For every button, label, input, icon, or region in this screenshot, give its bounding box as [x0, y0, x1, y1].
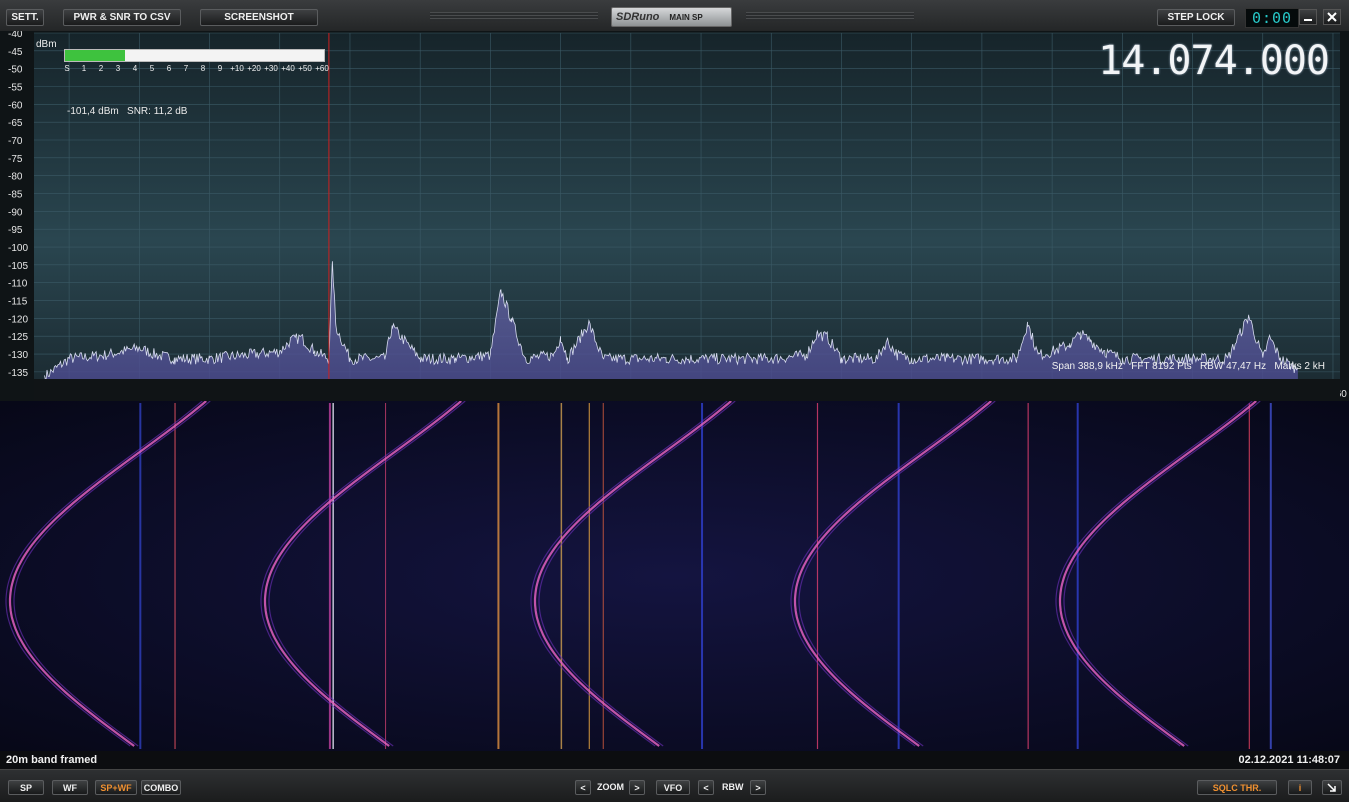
sdruno-logo: SDRuno MAIN SP — [611, 7, 732, 27]
fft-info: Span 388,9 kHz FFT 8192 Pts RBW 47,47 Hz… — [1051, 361, 1325, 372]
zoom-label: ZOOM — [597, 782, 624, 792]
wf-button[interactable]: WF — [52, 780, 88, 795]
s-meter-tick: +30 — [264, 64, 278, 73]
s-meter-fill — [65, 50, 125, 61]
top-toolbar: SETT. PWR & SNR TO CSV SCREENSHOT SDRuno… — [0, 0, 1349, 32]
y-tick-label: -120 — [8, 314, 28, 325]
drag-grip-right[interactable] — [746, 12, 914, 21]
y-tick-label: -75 — [8, 154, 23, 165]
y-tick-label: -60 — [8, 100, 23, 111]
close-icon[interactable] — [1323, 9, 1341, 25]
clock-display: 0:00 — [1245, 8, 1299, 28]
y-tick-label: -110 — [8, 279, 28, 290]
info-button[interactable]: i — [1288, 780, 1312, 795]
y-tick-label: -130 — [8, 350, 28, 361]
y-tick-label: -95 — [8, 225, 23, 236]
zoom-in-button[interactable]: > — [629, 780, 645, 795]
sqlc-threshold-button[interactable]: SQLC THR. — [1197, 780, 1277, 795]
spectrum-plot[interactable]: -40 -45 -50 -55 -60 -65 -70 -75 -80 -85 -90 -95 -100… — [0, 31, 1349, 401]
s-meter-tick: 8 — [200, 64, 206, 73]
y-tick-label: -90 — [8, 207, 23, 218]
settings-button[interactable]: SETT. — [6, 9, 44, 26]
spwf-button[interactable]: SP+WF — [95, 780, 137, 795]
rbw-label: RBW — [722, 782, 744, 792]
drag-grip-left[interactable] — [430, 12, 598, 21]
y-tick-label: -125 — [8, 332, 28, 343]
y-axis-unit: dBm — [36, 39, 57, 50]
waterfall-carrier — [897, 403, 900, 749]
s-meter-tick: +60 — [315, 64, 329, 73]
y-tick-label: -135 — [8, 368, 28, 379]
s-meter-tick: 2 — [98, 64, 104, 73]
plot-background — [34, 33, 1340, 379]
sp-button[interactable]: SP — [8, 780, 44, 795]
y-tick-label: -45 — [8, 47, 23, 58]
combo-button[interactable]: COMBO — [141, 780, 181, 795]
y-tick-label: -105 — [8, 261, 28, 272]
bottom-toolbar: SP WF SP+WF COMBO < ZOOM > VFO < RBW > S… — [0, 769, 1349, 802]
y-tick-label: -85 — [8, 190, 23, 201]
rbw-increase-button[interactable]: > — [750, 780, 766, 795]
waterfall-carrier — [1269, 403, 1272, 749]
y-tick-label: -100 — [8, 243, 28, 254]
level-snr-readout: -101,4 dBm SNR: 11,2 dB — [67, 106, 188, 117]
spectrum-display[interactable]: -40 -45 -50 -55 -60 -65 -70 -75 -80 -85 -90 -95 -100… — [0, 31, 1349, 401]
y-tick-label: -50 — [8, 65, 23, 76]
waterfall-carrier — [602, 403, 604, 749]
pwr-snr-csv-button[interactable]: PWR & SNR TO CSV — [63, 9, 181, 26]
s-meter-tick: 5 — [149, 64, 155, 73]
y-tick-label: -70 — [8, 136, 23, 147]
logo-brand: SDRuno — [616, 11, 660, 23]
screenshot-button[interactable]: SCREENSHOT — [200, 9, 318, 26]
waterfall-display[interactable]: 20m band framed 02.12.2021 11:48:07 — [0, 401, 1349, 769]
waterfall-carrier — [1248, 403, 1250, 749]
waterfall-carrier — [560, 403, 563, 749]
s-meter-tick: +10 — [230, 64, 244, 73]
y-tick-label: -115 — [8, 297, 28, 308]
y-tick-label: -80 — [8, 172, 23, 183]
y-tick-label: -65 — [8, 118, 23, 129]
s-meter-tick: 9 — [217, 64, 223, 73]
logo-subtitle: MAIN SP — [669, 12, 703, 22]
s-meter-tick: 4 — [132, 64, 138, 73]
waterfall-carrier — [1076, 403, 1079, 749]
waterfall-plot[interactable] — [0, 401, 1349, 769]
y-axis-labels: -40 -45 -50 -55 -60 -65 -70 -75 -80 -85 -90 -95 -100… — [8, 31, 28, 379]
rbw-decrease-button[interactable]: < — [698, 780, 714, 795]
waterfall-label: 20m band framed — [6, 754, 98, 766]
waterfall-background — [0, 401, 1349, 751]
waterfall-carrier — [497, 403, 500, 749]
waterfall-carrier — [816, 403, 819, 749]
waterfall-timestamp: 02.12.2021 11:48:07 — [1238, 754, 1340, 766]
s-meter-tick: 7 — [183, 64, 189, 73]
s-meter-tick: 1 — [81, 64, 87, 73]
s-meter-tick: 6 — [166, 64, 172, 73]
waterfall-carrier — [332, 403, 334, 749]
s-meter-tick: +50 — [298, 64, 312, 73]
frequency-readout[interactable]: 14.074.000 — [1098, 38, 1330, 84]
resize-icon[interactable] — [1322, 780, 1342, 795]
s-meter-scale: S 1 2 3 4 5 6 7 8 9 +10 +20 +30 +40 +50 +60 — [64, 64, 334, 76]
s-meter-tick: S — [64, 64, 70, 73]
y-tick-label: -55 — [8, 83, 23, 94]
s-meter-tick: +40 — [281, 64, 295, 73]
waterfall-carrier — [701, 403, 704, 749]
s-meter-tick: +20 — [247, 64, 261, 73]
x-axis-band — [34, 379, 1340, 401]
waterfall-carrier — [1027, 403, 1029, 749]
vfo-button[interactable]: VFO — [656, 780, 690, 795]
y-tick-label: -40 — [8, 31, 23, 40]
waterfall-carrier — [174, 403, 176, 749]
step-lock-button[interactable]: STEP LOCK — [1157, 9, 1235, 26]
minimize-icon[interactable] — [1299, 9, 1317, 25]
waterfall-carrier — [588, 403, 590, 749]
zoom-out-button[interactable]: < — [575, 780, 591, 795]
waterfall-footer — [0, 751, 1349, 769]
s-meter-tick: 3 — [115, 64, 121, 73]
s-meter-bar — [64, 49, 325, 62]
